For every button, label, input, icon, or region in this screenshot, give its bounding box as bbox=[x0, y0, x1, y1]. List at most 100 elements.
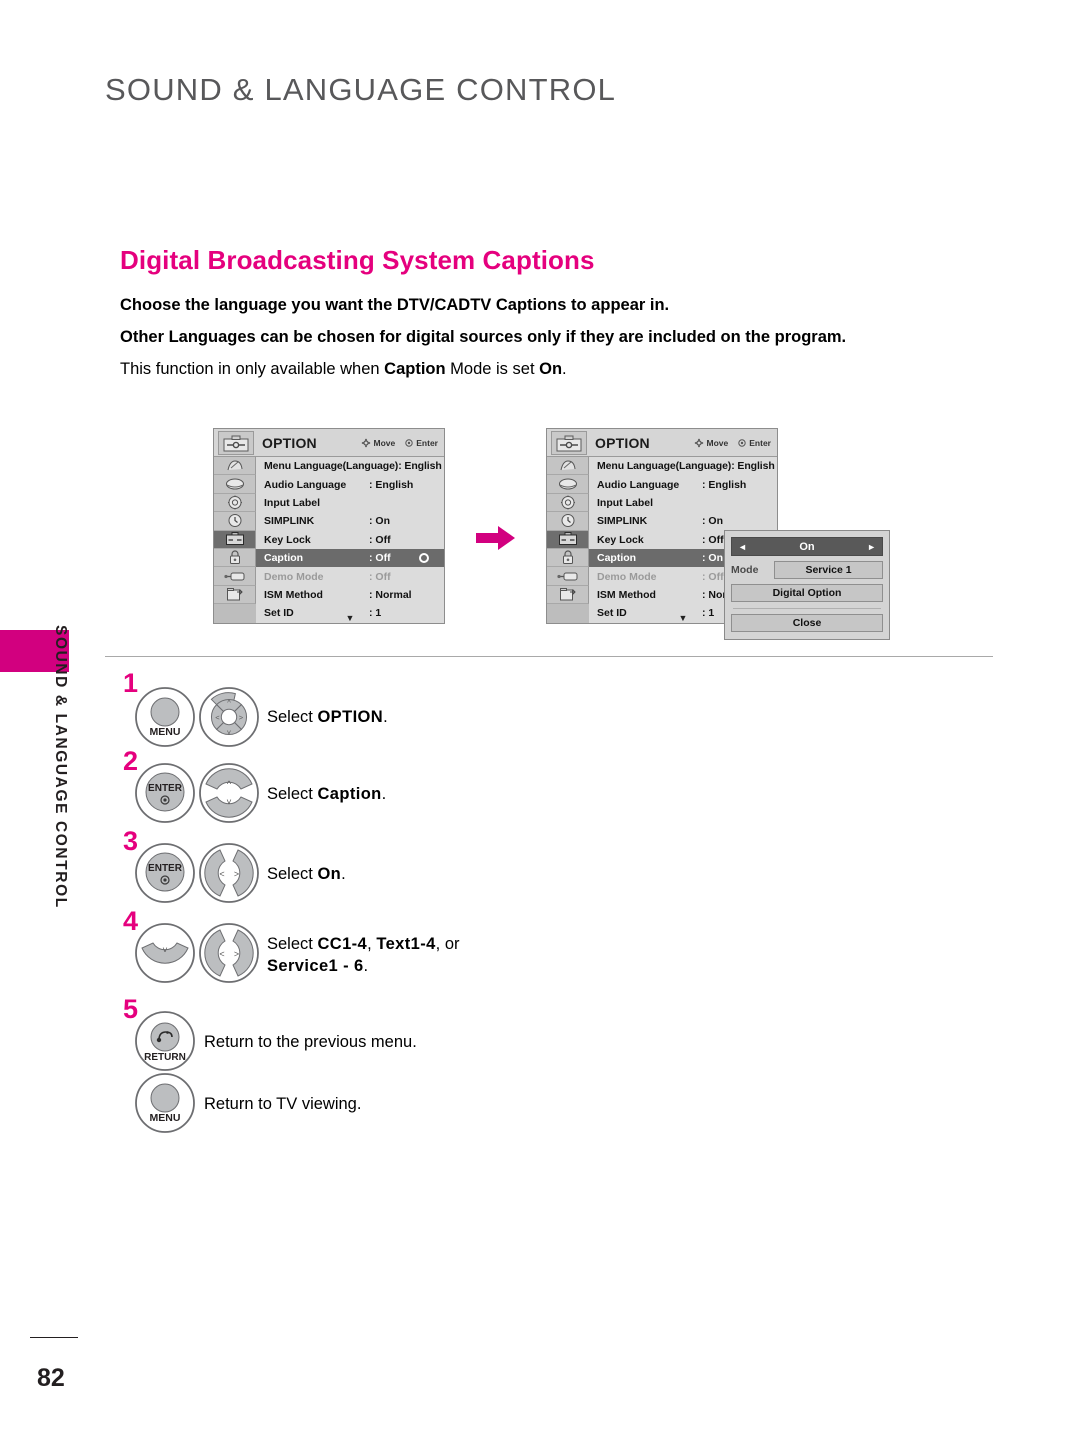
svg-text:˅: ˅ bbox=[226, 797, 231, 807]
caption-popup: ◄ On ► Mode Service 1 Digital Option Clo… bbox=[724, 530, 890, 640]
osd-row-simplink[interactable]: SIMPLINK : On bbox=[589, 512, 777, 530]
close-button[interactable]: Close bbox=[731, 614, 883, 632]
row-value: : Off bbox=[702, 533, 724, 546]
row-label: Caption bbox=[264, 552, 304, 565]
down-button[interactable]: ˅ bbox=[134, 922, 196, 984]
enter-button[interactable]: ENTER bbox=[134, 762, 196, 824]
sidebar-icon-option[interactable] bbox=[547, 530, 589, 549]
step-2-text-pre: Select bbox=[267, 785, 318, 803]
sidebar-icon-usb[interactable] bbox=[214, 585, 256, 605]
row-value: : On bbox=[369, 515, 390, 528]
row-value: : 1 bbox=[369, 607, 382, 620]
row-label: Input Label bbox=[264, 496, 320, 509]
menu-button[interactable]: MENU bbox=[134, 686, 196, 748]
chevron-right-icon[interactable]: ► bbox=[867, 542, 876, 552]
step-4-text: Select CC1-4, Text1-4, or Service1 - 6. bbox=[267, 933, 687, 978]
caption-mode-label: Mode bbox=[731, 564, 759, 576]
sidebar-icon-picture[interactable] bbox=[547, 457, 589, 476]
step-4-mid-1: , bbox=[367, 935, 377, 953]
step-1: 1 MENU ^ ˅ ˂ ˃ Select OPTION. bbox=[120, 670, 920, 750]
osd-row-audio-language[interactable]: Audio Language : English bbox=[589, 475, 777, 493]
step-3: 3 ENTER ˂ ˃ Select On. bbox=[120, 828, 920, 910]
sidebar-icon-screen[interactable] bbox=[547, 475, 589, 494]
row-label: SIMPLINK bbox=[264, 515, 315, 528]
leftright-button[interactable]: ˂ ˃ bbox=[198, 842, 260, 904]
intro-line-2: Other Languages can be chosen for digita… bbox=[120, 328, 847, 347]
osd-title: OPTION bbox=[262, 435, 317, 451]
sidebar-icon-time[interactable] bbox=[214, 512, 256, 531]
row-label: ISM Method bbox=[264, 588, 323, 601]
row-value: : Normal bbox=[369, 588, 412, 601]
row-value: : English bbox=[702, 478, 747, 491]
content-divider-top bbox=[105, 656, 993, 657]
osd-hints: Move Enter bbox=[694, 438, 771, 448]
step-2-buttons: ENTER ^ ˅ bbox=[134, 762, 260, 824]
sidebar-icon-input[interactable] bbox=[214, 567, 256, 586]
osd-row-input-label[interactable]: Input Label bbox=[589, 494, 777, 512]
step-4-buttons: ˅ ˂ ˃ bbox=[134, 922, 260, 984]
osd-row-caption[interactable]: Caption : Off bbox=[256, 548, 444, 568]
option-toolbox-icon bbox=[551, 431, 587, 455]
svg-text:RETURN: RETURN bbox=[144, 1052, 186, 1063]
row-value: : 1 bbox=[702, 607, 715, 620]
enter-dot-icon bbox=[405, 439, 413, 447]
sidebar-icon-lock[interactable] bbox=[214, 548, 256, 568]
sidebar-icon-picture[interactable] bbox=[214, 457, 256, 476]
updown-button[interactable]: ^ ˅ bbox=[198, 762, 260, 824]
sidebar-icon-input[interactable] bbox=[547, 567, 589, 586]
sidebar-icon-option[interactable] bbox=[214, 530, 256, 549]
osd-rows-column: Menu Language(Language): English Audio L… bbox=[256, 457, 444, 623]
hint-enter: Enter bbox=[405, 438, 438, 448]
row-value: : On bbox=[702, 515, 723, 528]
osd-row-audio-language[interactable]: Audio Language : English bbox=[256, 475, 444, 493]
step-6-text: Return to TV viewing. bbox=[204, 1095, 362, 1113]
sidebar-icon-screen[interactable] bbox=[214, 475, 256, 494]
dpad-button[interactable]: ^ ˅ ˂ ˃ bbox=[198, 686, 260, 748]
osd-row-set-id[interactable]: Set ID : 1 ▼ bbox=[256, 604, 444, 622]
digital-option-button[interactable]: Digital Option bbox=[731, 584, 883, 602]
osd-row-input-label[interactable]: Input Label bbox=[256, 494, 444, 512]
step-4-bold-cc: CC1-4 bbox=[317, 935, 368, 953]
scroll-down-caret-icon[interactable]: ▼ bbox=[346, 613, 355, 623]
osd-hints: Move Enter bbox=[361, 438, 438, 448]
enter-button[interactable]: ENTER bbox=[134, 842, 196, 904]
flow-arrow-icon bbox=[476, 525, 516, 551]
row-label: Menu Language(Language): English bbox=[597, 460, 775, 473]
sidebar-icon-lock[interactable] bbox=[547, 548, 589, 568]
osd-row-ism-method[interactable]: ISM Method : Normal bbox=[256, 586, 444, 604]
step-2-text: Select Caption. bbox=[267, 783, 386, 805]
hint-move-label: Move bbox=[373, 438, 396, 448]
note-post: . bbox=[562, 360, 567, 379]
return-button[interactable]: RETURN bbox=[134, 1010, 196, 1072]
osd-row-key-lock[interactable]: Key Lock : Off bbox=[256, 531, 444, 549]
menu-button[interactable]: MENU bbox=[134, 1072, 196, 1134]
svg-text:˃: ˃ bbox=[234, 949, 239, 959]
caption-mode-value-button[interactable]: Service 1 bbox=[774, 561, 883, 579]
step-4-bold-text: Text1-4 bbox=[376, 935, 436, 953]
sidebar-icon-time[interactable] bbox=[547, 512, 589, 531]
osd-row-menu-language[interactable]: Menu Language(Language): English bbox=[256, 457, 444, 475]
step-3-text-pre: Select bbox=[267, 865, 318, 883]
svg-text:ENTER: ENTER bbox=[148, 783, 183, 794]
scroll-down-caret-icon[interactable]: ▼ bbox=[679, 613, 688, 623]
sidebar-vertical-label: SOUND & LANGUAGE CONTROL bbox=[52, 625, 69, 909]
sidebar-icon-audio[interactable] bbox=[214, 493, 256, 513]
sidebar-icon-usb[interactable] bbox=[547, 585, 589, 605]
caption-onoff-selector[interactable]: ◄ On ► bbox=[731, 537, 883, 556]
chevron-left-icon[interactable]: ◄ bbox=[738, 542, 747, 552]
osd-row-simplink[interactable]: SIMPLINK : On bbox=[256, 512, 444, 530]
page-title: SOUND & LANGUAGE CONTROL bbox=[105, 72, 617, 107]
leftright-button[interactable]: ˂ ˃ bbox=[198, 922, 260, 984]
osd-body: Menu Language(Language): English Audio L… bbox=[214, 457, 444, 623]
osd-row-menu-language[interactable]: Menu Language(Language): English bbox=[589, 457, 777, 475]
step-3-text: Select On. bbox=[267, 863, 346, 885]
row-label: Demo Mode bbox=[264, 570, 324, 583]
step-5-text: Return to the previous menu. bbox=[204, 1033, 417, 1051]
step-5-text: Return to the previous menu. bbox=[204, 1031, 417, 1053]
step-1-buttons: MENU ^ ˅ ˂ ˃ bbox=[134, 686, 260, 748]
osd-header: OPTION Move Enter bbox=[547, 429, 777, 457]
dpad-icon bbox=[694, 438, 704, 448]
svg-text:ENTER: ENTER bbox=[148, 863, 183, 874]
step-3-text-bold: On bbox=[317, 865, 342, 883]
sidebar-icon-audio[interactable] bbox=[547, 493, 589, 513]
